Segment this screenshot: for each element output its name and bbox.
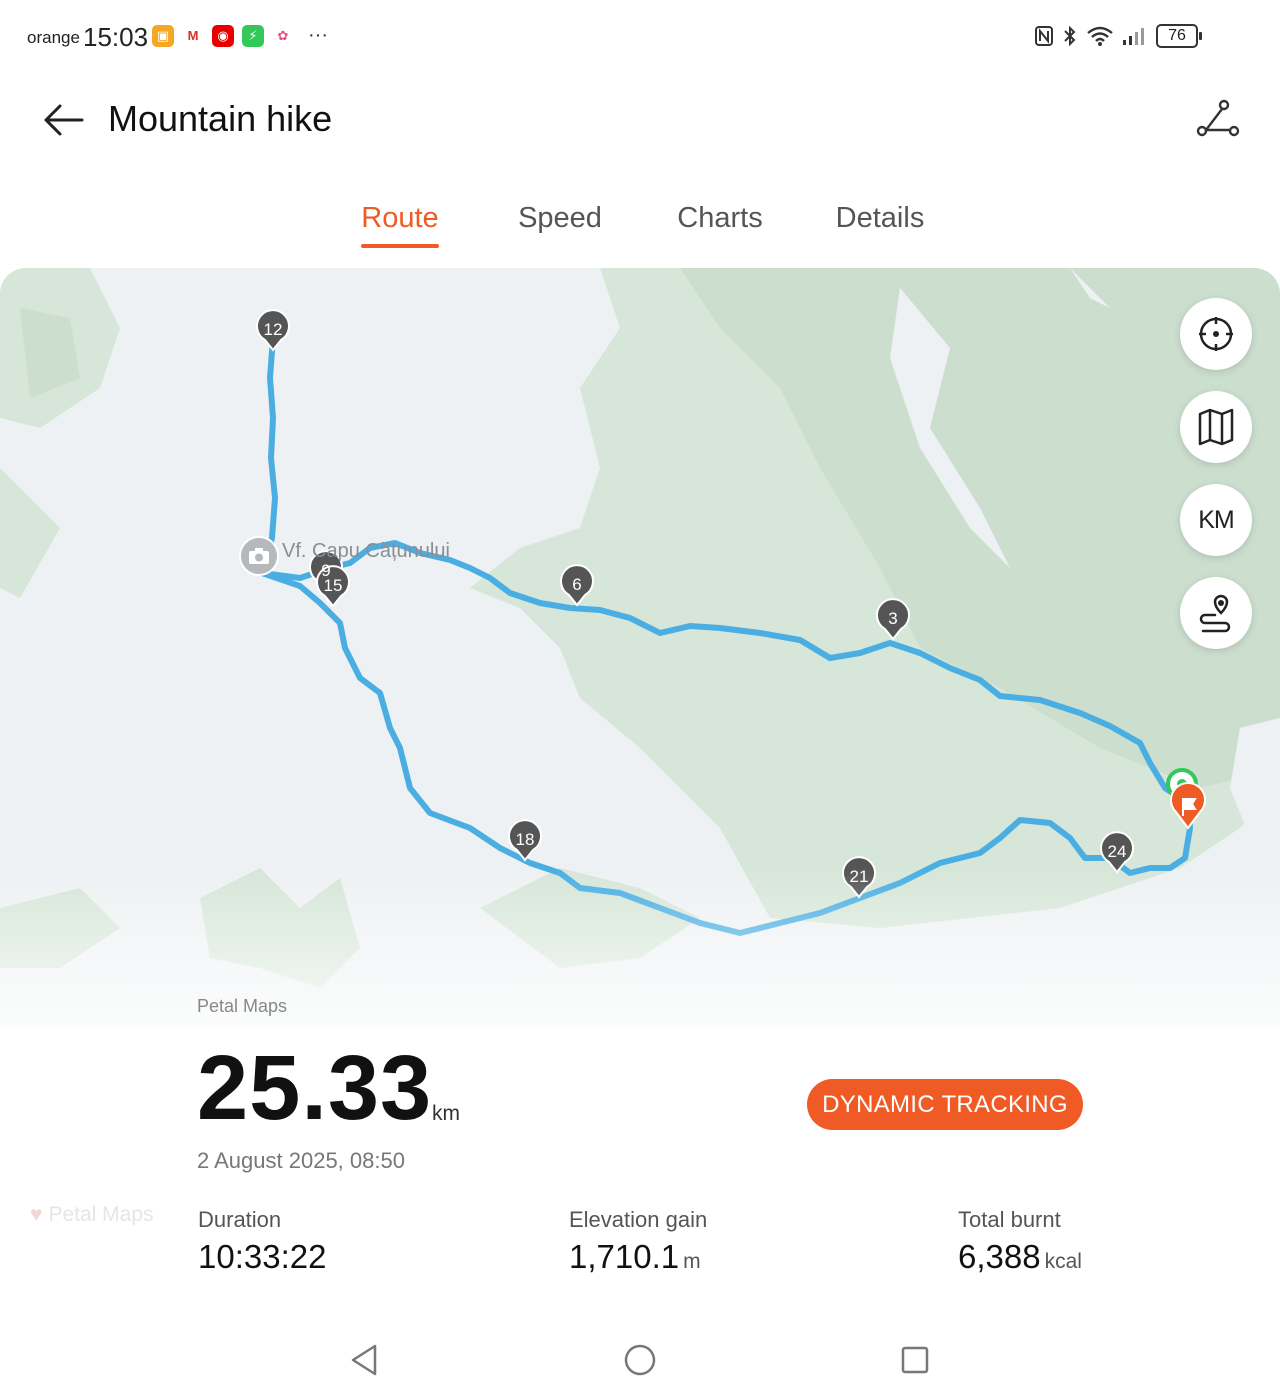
map-fade-overlay — [0, 868, 1280, 1028]
notification-icons: ▣ M ◉ ⚡ ✿ ··· — [152, 24, 328, 47]
route-points-button[interactable] — [1180, 577, 1252, 649]
back-button[interactable] — [40, 98, 88, 142]
signal-icon — [1123, 28, 1144, 45]
elevation-number: 1,710.1 — [569, 1238, 680, 1275]
km-markers-button[interactable]: KM — [1180, 484, 1252, 556]
active-tab-indicator — [361, 244, 439, 248]
calories-number: 6,388 — [958, 1238, 1041, 1275]
carrier-name: orange — [27, 28, 80, 47]
status-bar: orange 15:03 ▣ M ◉ ⚡ ✿ ··· 76 — [0, 0, 1280, 72]
wallet-app-icon: ▣ — [152, 24, 174, 47]
nav-home-button[interactable] — [620, 1340, 660, 1380]
locate-button[interactable] — [1180, 298, 1252, 370]
tab-charts[interactable]: Charts — [677, 202, 762, 235]
map-watermark: ♥ Petal Maps — [30, 1203, 154, 1227]
total-distance: 25.33 — [197, 1037, 433, 1139]
km-marker-18: 18 — [515, 830, 535, 849]
petal-maps-logo-icon: ♥ — [30, 1203, 43, 1226]
battery-indicator: 76 — [1156, 24, 1202, 48]
route-icon — [1196, 99, 1240, 137]
tab-route[interactable]: Route — [361, 202, 438, 235]
route-share-button[interactable] — [1192, 98, 1240, 142]
system-nav-bar — [0, 1320, 1280, 1394]
route-map[interactable]: 12 9 15 6 3 18 21 24 Vf. Capu Cățunului … — [0, 268, 1280, 1028]
wifi-icon — [1087, 26, 1113, 46]
tab-details[interactable]: Details — [836, 202, 925, 235]
status-clock: 15:03 — [83, 22, 149, 52]
workout-datetime: 2 August 2025, 08:50 — [197, 1148, 405, 1173]
gmail-icon: M — [182, 24, 204, 47]
map-layers-button[interactable] — [1180, 391, 1252, 463]
poi-camera-icon[interactable] — [239, 536, 279, 576]
dynamic-tracking-button[interactable]: DYNAMIC TRACKING — [807, 1079, 1083, 1130]
nfc-icon — [1035, 26, 1053, 46]
arrow-left-icon — [44, 104, 84, 136]
circle-home-icon — [624, 1344, 656, 1376]
km-marker-3: 3 — [888, 609, 898, 628]
page-title: Mountain hike — [108, 98, 333, 139]
km-marker-15: 15 — [323, 576, 343, 595]
map-provider-label: Petal Maps — [197, 996, 288, 1016]
elevation-label: Elevation gain — [569, 1207, 708, 1232]
photos-app-icon: ✿ — [272, 24, 294, 47]
duration-label: Duration — [198, 1207, 282, 1232]
km-marker-24: 24 — [1107, 842, 1127, 861]
system-icons: 76 — [1034, 24, 1202, 48]
tab-bar: Route Speed Charts Details — [0, 196, 1280, 256]
route-pin-icon — [1199, 594, 1231, 633]
km-button-label: KM — [1198, 505, 1234, 534]
duration-value: 10:33:22 — [198, 1238, 326, 1276]
bluetooth-icon — [1064, 25, 1076, 47]
app-header: Mountain hike — [0, 80, 1280, 160]
poi-label: Vf. Capu Cățunului — [282, 540, 450, 562]
map-icon — [1198, 408, 1234, 446]
distance-unit: km — [432, 1102, 460, 1125]
triangle-back-icon — [351, 1344, 377, 1376]
more-notifications-icon: ··· — [308, 24, 328, 46]
vodafone-icon: ◉ — [212, 24, 234, 47]
watermark-text: Petal Maps — [48, 1203, 154, 1226]
nav-back-button[interactable] — [345, 1340, 385, 1380]
crosshair-icon — [1199, 317, 1233, 351]
duration-number: 10:33:22 — [198, 1238, 327, 1275]
square-recents-icon — [901, 1346, 929, 1374]
nav-recents-button[interactable] — [895, 1340, 935, 1380]
elevation-unit: m — [683, 1250, 701, 1273]
km-marker-6: 6 — [572, 575, 582, 594]
elevation-value: 1,710.1 m — [569, 1238, 701, 1276]
charging-app-icon: ⚡ — [242, 24, 264, 47]
km-marker-12: 12 — [263, 320, 283, 339]
calories-label: Total burnt — [958, 1207, 1061, 1232]
calories-unit: kcal — [1044, 1250, 1082, 1273]
calories-value: 6,388 kcal — [958, 1238, 1082, 1276]
tab-speed[interactable]: Speed — [518, 202, 602, 235]
